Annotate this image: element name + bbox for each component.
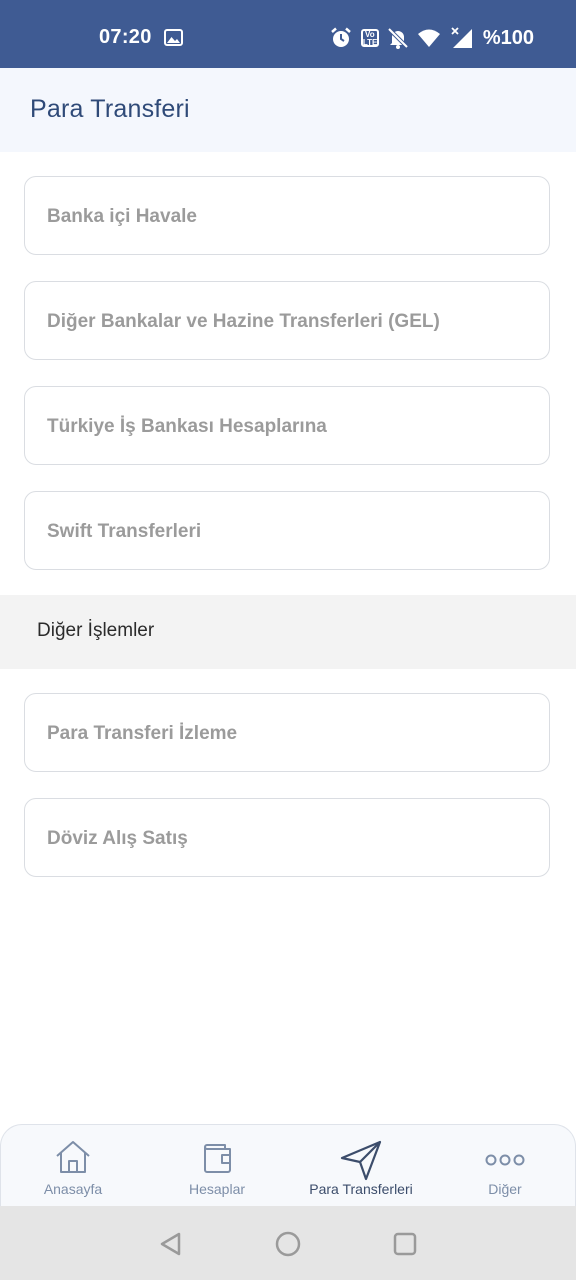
nav-home[interactable]: Anasayfa: [1, 1125, 145, 1211]
signal-icon: [451, 27, 472, 48]
transfer-item-label: Para Transferi İzleme: [47, 723, 238, 744]
nav-label: Anasayfa: [43, 1181, 103, 1197]
battery-level: %100: [482, 26, 534, 49]
transfer-item-swift[interactable]: Swift Transferleri: [24, 491, 550, 570]
section-header: Diğer İşlemler: [0, 595, 576, 669]
page-title: Para Transferi: [30, 95, 190, 123]
transfer-item-label: Banka içi Havale: [47, 206, 197, 227]
nav-accounts[interactable]: Hesaplar: [145, 1125, 289, 1211]
mute-bell-icon: [387, 27, 408, 49]
system-nav-bar: [0, 1206, 576, 1280]
nav-label: Hesaplar: [188, 1181, 246, 1197]
transfer-item-label: Swift Transferleri: [47, 521, 202, 542]
volte-icon: Vo LTE: [360, 29, 379, 47]
section-title: Diğer İşlemler: [37, 620, 155, 641]
transfer-item-label: Diğer Bankalar ve Hazine Transferleri (G…: [47, 311, 440, 332]
nav-transfers[interactable]: Para Transferleri: [289, 1125, 433, 1211]
image-icon: [164, 29, 183, 46]
recents-icon[interactable]: [392, 1231, 418, 1257]
more-icon: [485, 1154, 525, 1166]
transfer-item-isbank-turkey[interactable]: Türkiye İş Bankası Hesaplarına: [24, 386, 550, 465]
transfer-tracking-item[interactable]: Para Transferi İzleme: [24, 693, 550, 772]
transfer-item-internal[interactable]: Banka içi Havale: [24, 176, 550, 255]
nav-label: Para Transferleri: [309, 1181, 413, 1197]
nav-more[interactable]: Diğer: [433, 1125, 576, 1211]
alarm-icon: [331, 27, 351, 47]
currency-exchange-item[interactable]: Döviz Alış Satış: [24, 798, 550, 877]
transfer-item-label: Döviz Alış Satış: [47, 828, 188, 849]
app-header: Para Transferi: [0, 68, 576, 152]
home-button-icon[interactable]: [275, 1231, 301, 1257]
transfer-item-other-banks[interactable]: Diğer Bankalar ve Hazine Transferleri (G…: [24, 281, 550, 360]
status-icons: Vo LTE %100: [330, 24, 534, 52]
status-time: 07:20: [99, 26, 152, 48]
send-icon: [340, 1140, 382, 1181]
wifi-icon: [417, 29, 440, 47]
home-icon: [56, 1141, 90, 1173]
status-bar: 07:20 Vo LTE %100: [0, 0, 576, 68]
nav-label: Diğer: [488, 1181, 522, 1197]
wallet-icon: [204, 1144, 231, 1173]
back-icon[interactable]: [158, 1231, 184, 1257]
bottom-nav: Anasayfa Hesaplar Para Transferleri Diğe…: [0, 1124, 576, 1210]
transfer-item-label: Türkiye İş Bankası Hesaplarına: [47, 416, 327, 437]
volte-text-bottom: LTE: [362, 37, 378, 47]
